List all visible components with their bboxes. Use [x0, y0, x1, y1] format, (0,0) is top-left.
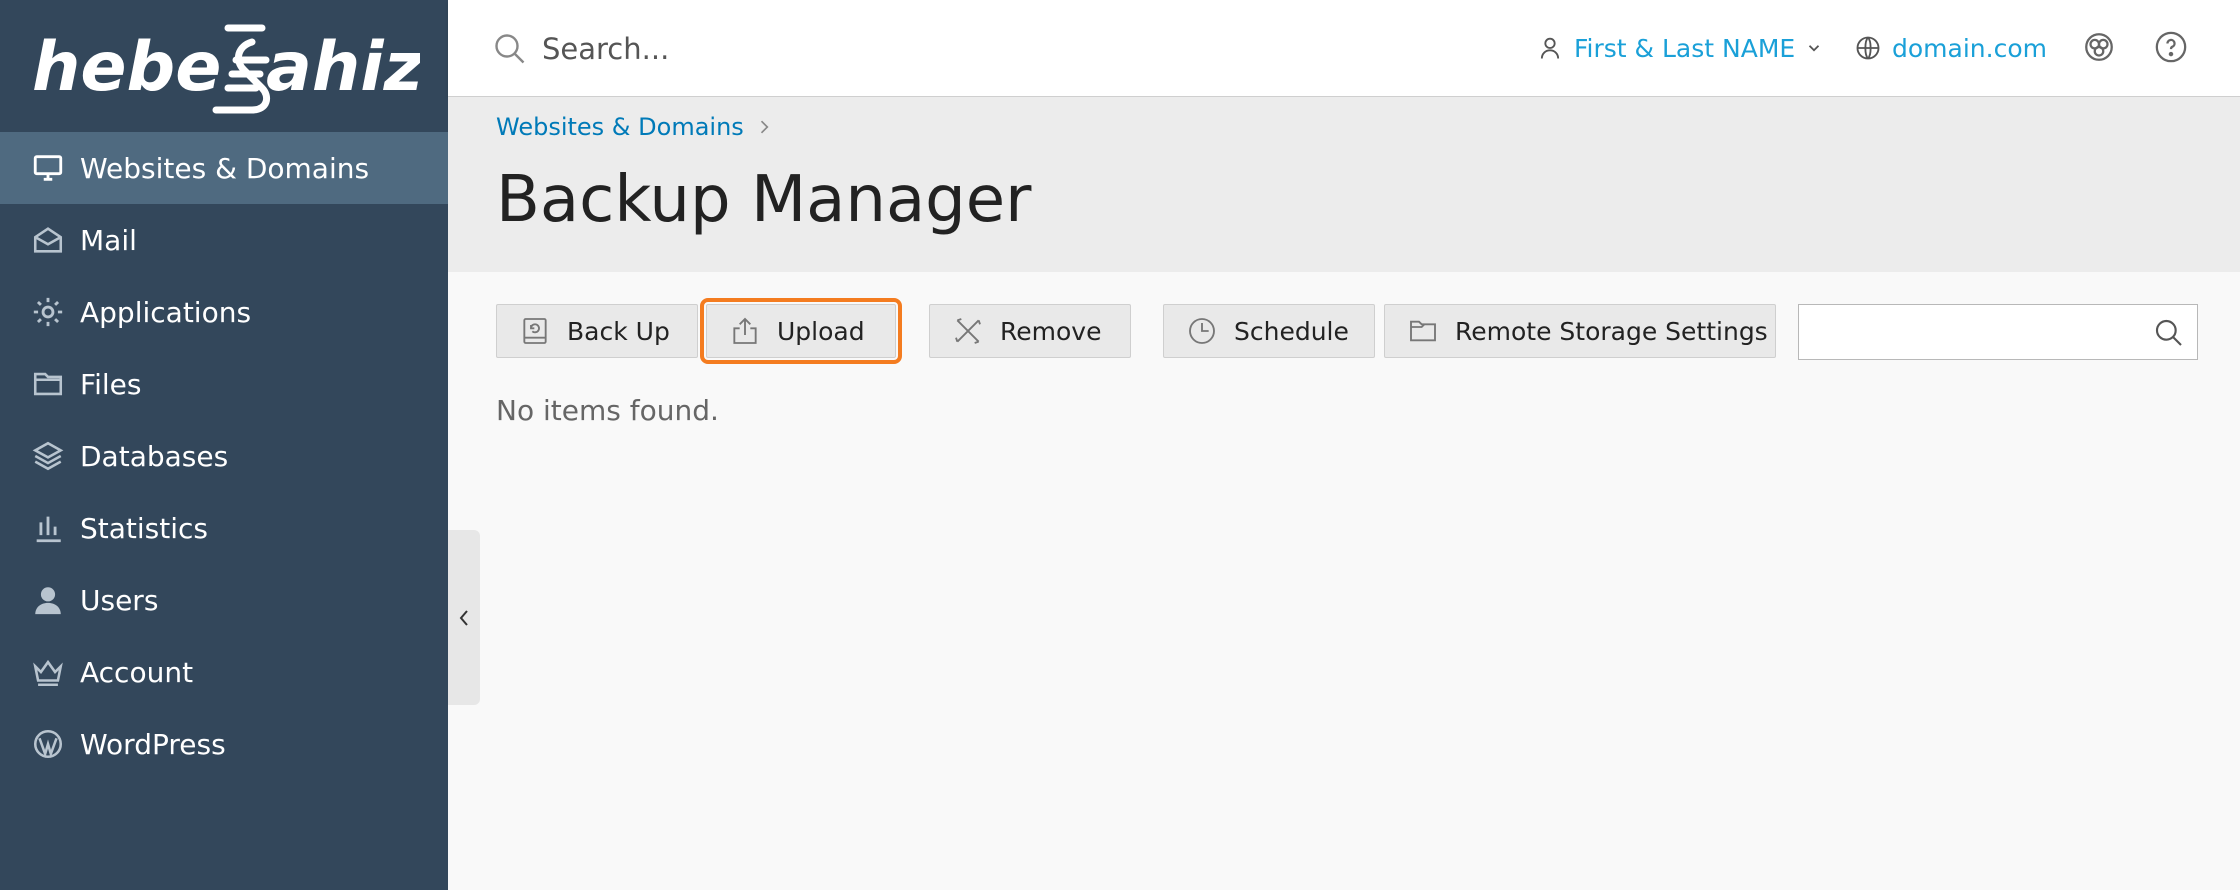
sidebar-item-statistics[interactable]: Statistics [0, 492, 448, 564]
bar-chart-icon [30, 510, 66, 546]
sidebar-item-label: Websites & Domains [80, 151, 370, 185]
clock-icon [1189, 318, 1215, 344]
search-icon [495, 34, 525, 64]
list-search-input[interactable] [1807, 311, 2131, 355]
chevron-right-icon [760, 120, 769, 134]
back-up-button[interactable]: Back Up [496, 304, 698, 358]
page-header: Websites & Domains Backup Manager [448, 97, 2240, 272]
crown-icon [30, 654, 66, 690]
backup-icon [523, 318, 547, 344]
sidebar-item-files[interactable]: Files [0, 348, 448, 420]
gear-icon [30, 294, 66, 330]
domain-selector[interactable]: domain.com [1854, 28, 2047, 68]
sidebar-item-label: Mail [80, 223, 137, 257]
sidebar: hebe ahiz Websites & Domains Mail Applic… [0, 0, 448, 890]
page-title: Backup Manager [496, 163, 1032, 237]
sidebar-item-label: Users [80, 583, 159, 617]
user-icon [1540, 37, 1560, 59]
sidebar-item-mail[interactable]: Mail [0, 204, 448, 276]
schedule-button[interactable]: Schedule [1163, 304, 1375, 358]
list-search-box [1798, 304, 2198, 360]
sidebar-item-account[interactable]: Account [0, 636, 448, 708]
upload-icon [733, 317, 757, 344]
mail-icon [30, 222, 66, 258]
user-icon [30, 582, 66, 618]
plesk-logo-icon[interactable] [2082, 30, 2116, 64]
sidebar-item-label: Account [80, 655, 194, 689]
sidebar-item-wordpress[interactable]: WordPress [0, 708, 448, 780]
schedule-label: Schedule [1234, 316, 1349, 346]
sidebar-item-label: Files [80, 367, 142, 401]
sidebar-item-databases[interactable]: Databases [0, 420, 448, 492]
wordpress-icon [30, 726, 66, 762]
user-menu[interactable]: First & Last NAME [1536, 28, 1823, 68]
breadcrumb-link[interactable]: Websites & Domains [496, 113, 744, 141]
top-bar: First & Last NAME domain.com [448, 0, 2240, 97]
upload-button[interactable]: Upload [700, 298, 902, 364]
sidebar-item-label: WordPress [80, 727, 226, 761]
logo-image: hebe ahiz [32, 24, 424, 114]
monitor-icon [30, 150, 66, 186]
upload-label: Upload [777, 316, 865, 346]
sidebar-item-label: Applications [80, 295, 252, 329]
sidebar-nav: Websites & Domains Mail Applications Fil… [0, 132, 448, 780]
svg-text:ahiz: ahiz [266, 28, 420, 107]
chevron-down-icon [1809, 45, 1820, 52]
folder-icon [1410, 320, 1436, 342]
remove-button[interactable]: Remove [929, 304, 1131, 358]
search-icon[interactable] [2153, 317, 2185, 349]
empty-list-message: No items found. [496, 394, 719, 427]
sidebar-item-applications[interactable]: Applications [0, 276, 448, 348]
svg-text:hebe: hebe [32, 28, 221, 107]
folder-icon [30, 366, 66, 402]
help-icon[interactable] [2154, 30, 2188, 64]
global-search-input[interactable] [540, 24, 1144, 74]
sidebar-item-label: Databases [80, 439, 229, 473]
remove-icon [955, 318, 981, 344]
sidebar-item-label: Statistics [80, 511, 208, 545]
remove-label: Remove [1000, 316, 1102, 346]
chevron-left-icon [459, 609, 468, 626]
breadcrumb: Websites & Domains [496, 113, 774, 141]
globe-icon [1856, 36, 1880, 60]
back-up-label: Back Up [567, 316, 670, 346]
domain-name: domain.com [1892, 33, 2047, 63]
layers-icon [30, 438, 66, 474]
user-name: First & Last NAME [1574, 33, 1796, 63]
sidebar-item-users[interactable]: Users [0, 564, 448, 636]
remote-storage-settings-label: Remote Storage Settings [1455, 316, 1768, 346]
sidebar-collapse-handle[interactable] [448, 530, 480, 705]
remote-storage-settings-button[interactable]: Remote Storage Settings [1384, 304, 1776, 358]
brand-logo[interactable]: hebe ahiz [30, 18, 424, 118]
sidebar-item-websites-domains[interactable]: Websites & Domains [0, 132, 448, 204]
